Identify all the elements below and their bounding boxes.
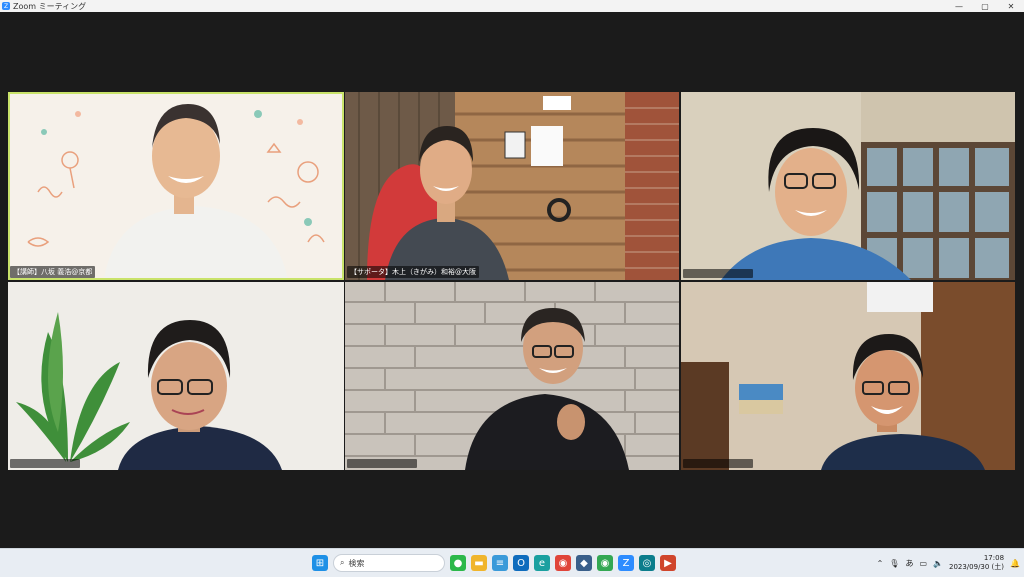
- video-tile-3[interactable]: [681, 92, 1015, 280]
- video-tile-6[interactable]: [681, 282, 1015, 470]
- network-icon[interactable]: ▭: [919, 559, 927, 568]
- chrome-icon[interactable]: ◉: [555, 555, 571, 571]
- zoom-taskbar-icon[interactable]: Z: [618, 555, 634, 571]
- participant-video: [345, 92, 679, 280]
- participant-video: [681, 282, 1015, 470]
- system-tray: ⌃ 🎙 あ ▭ 🔈 17:08 2023/09/30 (土) 🔔: [877, 552, 1020, 574]
- participant-name-2: 【サポータ】木上（きがみ）和裕@大阪: [347, 266, 479, 278]
- minimize-button[interactable]: —: [946, 0, 972, 12]
- windows-start-icon[interactable]: ⊞: [312, 555, 328, 571]
- file-explorer-icon[interactable]: ▬: [471, 555, 487, 571]
- clock-time: 17:08: [983, 554, 1005, 562]
- maximize-button[interactable]: ▢: [972, 0, 998, 12]
- video-tile-1[interactable]: 【講師】八坂 義浩@京都: [8, 92, 344, 280]
- volume-icon[interactable]: 🔈: [933, 559, 943, 568]
- notepad-icon[interactable]: ≡: [492, 555, 508, 571]
- chevron-up-icon[interactable]: ⌃: [877, 559, 884, 568]
- window-controls: — ▢ ✕: [946, 0, 1024, 12]
- search-icon: ⌕: [340, 558, 345, 567]
- microphone-icon[interactable]: 🎙: [889, 559, 899, 568]
- participant-video: [8, 92, 344, 280]
- app-icon[interactable]: ◎: [639, 555, 655, 571]
- app-icon[interactable]: ◆: [576, 555, 592, 571]
- edge-icon[interactable]: e: [534, 555, 550, 571]
- search-label: 検索: [348, 558, 365, 568]
- participant-name-6: [683, 459, 753, 468]
- video-tile-5[interactable]: [345, 282, 679, 470]
- participant-name-4: [10, 459, 80, 468]
- powerpoint-icon[interactable]: ▶: [660, 555, 676, 571]
- participant-name-1: 【講師】八坂 義浩@京都: [10, 266, 96, 278]
- taskbar-search[interactable]: ⌕ 検索: [333, 554, 445, 572]
- participant-video: [8, 282, 344, 470]
- participant-video: [345, 282, 679, 470]
- window-title: Zoom ミーティング: [13, 1, 87, 11]
- participant-name-3: [683, 269, 753, 278]
- taskbar-apps: ⊞ ⌕ 検索 ● ▬ ≡ O e ◉ ◆ ◉ Z ◎ ▶: [312, 553, 676, 573]
- taskbar: ⊞ ⌕ 検索 ● ▬ ≡ O e ◉ ◆ ◉ Z ◎ ▶ ⌃ 🎙 あ ▭ 🔈 1…: [0, 548, 1024, 577]
- clock-date: 2023/09/30 (土): [948, 563, 1005, 571]
- video-tile-2[interactable]: 【サポータ】木上（きがみ）和裕@大阪: [345, 92, 679, 280]
- video-tile-4[interactable]: [8, 282, 344, 470]
- outlook-icon[interactable]: O: [513, 555, 529, 571]
- title-bar: Z Zoom ミーティング — ▢ ✕: [0, 0, 1024, 12]
- ime-indicator[interactable]: あ: [905, 558, 913, 569]
- participant-label-2: 【サポータ】木上（きがみ）和裕@大阪: [350, 268, 476, 276]
- video-gallery: 【講師】八坂 義浩@京都 【サポータ】木上（きがみ）和裕@大阪: [0, 12, 1024, 548]
- line-app-icon[interactable]: ●: [450, 555, 466, 571]
- chrome-profile-icon[interactable]: ◉: [597, 555, 613, 571]
- participant-name-5: [347, 459, 417, 468]
- participant-video: [681, 92, 1015, 280]
- clock[interactable]: 17:08 2023/09/30 (土): [949, 554, 1004, 572]
- close-button[interactable]: ✕: [998, 0, 1024, 12]
- zoom-icon: Z: [2, 2, 10, 10]
- notification-icon[interactable]: 🔔: [1010, 559, 1020, 568]
